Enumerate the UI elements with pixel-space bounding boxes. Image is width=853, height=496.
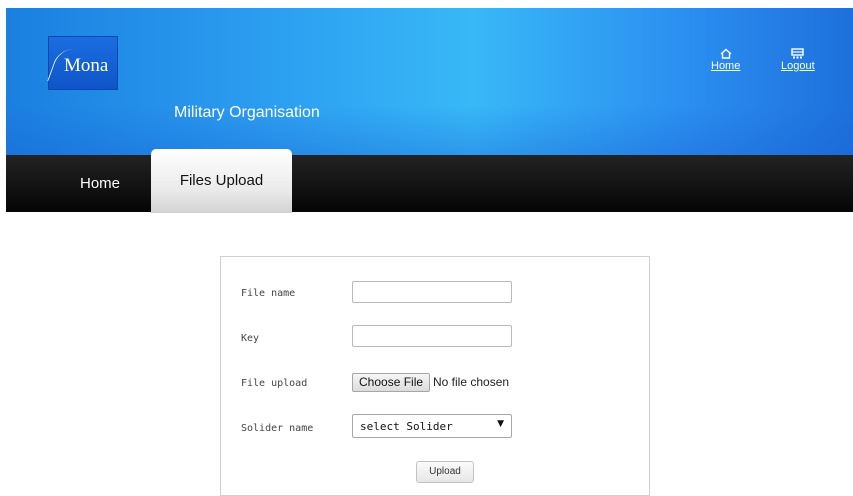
soldier-name-label: Solider name bbox=[241, 423, 314, 434]
site-subtitle: Military Organisation bbox=[174, 104, 320, 121]
logo[interactable]: Mona bbox=[47, 36, 118, 90]
house-icon bbox=[720, 48, 732, 59]
header-logout-link[interactable]: Logout bbox=[781, 48, 815, 72]
file-name-label: File name bbox=[241, 288, 296, 299]
soldier-select-value: select Solider bbox=[360, 420, 453, 433]
header-home-link[interactable]: Home bbox=[711, 48, 740, 72]
file-name-field[interactable] bbox=[352, 281, 512, 303]
header-home-label: Home bbox=[711, 60, 741, 72]
file-status-text: No file chosen bbox=[433, 375, 510, 389]
soldier-select[interactable]: select Solider ▼ bbox=[352, 414, 512, 438]
upload-form: File name Key File upload Choose File No… bbox=[220, 256, 650, 496]
tab-files-upload[interactable]: Files Upload bbox=[151, 149, 292, 213]
header-logout-label: Logout bbox=[781, 60, 815, 72]
logo-text: Mona bbox=[64, 55, 109, 76]
logout-icon bbox=[791, 48, 805, 59]
chevron-down-icon: ▼ bbox=[497, 419, 504, 429]
upload-button[interactable]: Upload bbox=[416, 461, 474, 483]
tab-home[interactable]: Home bbox=[80, 175, 120, 192]
key-label: Key bbox=[241, 333, 260, 344]
choose-file-button[interactable]: Choose File bbox=[352, 373, 431, 392]
key-field[interactable] bbox=[352, 325, 512, 347]
site-header: Mona Military Organisation Home Logout bbox=[6, 8, 853, 155]
file-upload-label: File upload bbox=[241, 378, 308, 389]
main-navbar: Home Files Upload bbox=[6, 149, 853, 213]
